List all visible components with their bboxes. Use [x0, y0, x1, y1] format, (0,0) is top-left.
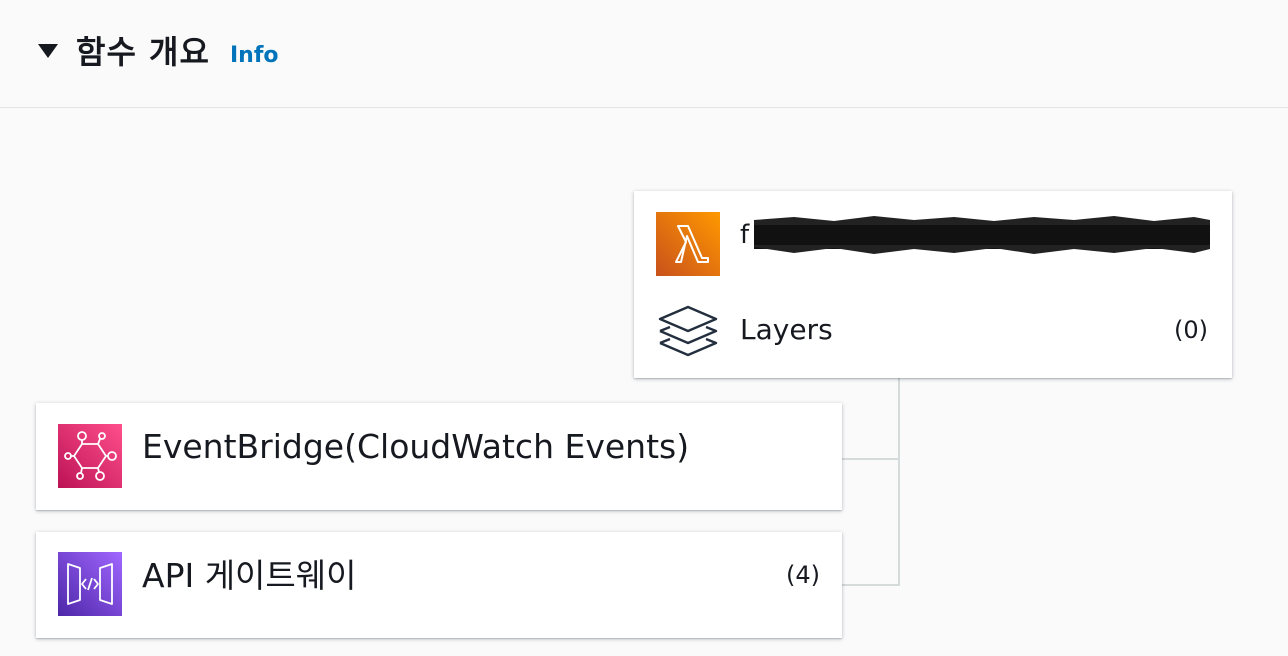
connector-line-trigger1	[842, 458, 900, 460]
layers-icon	[658, 305, 718, 357]
trigger-label: API 게이트웨이	[142, 556, 357, 595]
layers-label: Layers	[740, 313, 833, 346]
function-card: f Layers (0)	[634, 191, 1232, 378]
redaction-scribble	[754, 216, 1210, 254]
function-name-text: f	[740, 220, 750, 250]
function-name[interactable]: f	[740, 215, 1210, 255]
layers-count: (0)	[1174, 316, 1208, 344]
lambda-icon	[656, 212, 720, 276]
connector-line-trigger2	[842, 584, 900, 586]
section-title: 함수 개요	[76, 33, 210, 71]
info-link[interactable]: Info	[230, 42, 279, 70]
api-gateway-icon	[58, 552, 122, 616]
layers-row[interactable]: Layers (0)	[634, 301, 1232, 361]
trigger-card-eventbridge[interactable]: EventBridge(CloudWatch Events)	[36, 403, 842, 510]
trigger-card-api-gateway[interactable]: API 게이트웨이 (4)	[36, 532, 842, 638]
eventbridge-icon	[58, 424, 122, 488]
trigger-count: (4)	[786, 561, 820, 589]
trigger-label: EventBridge(CloudWatch Events)	[142, 427, 690, 466]
connector-line-vertical	[898, 378, 900, 586]
function-overview-header: 함수 개요 Info	[0, 0, 1288, 108]
collapse-caret-icon[interactable]	[38, 44, 58, 58]
